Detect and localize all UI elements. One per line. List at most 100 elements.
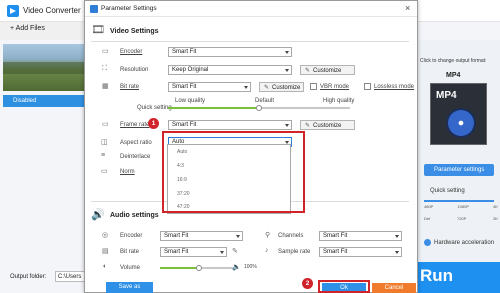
quality-high-label: High quality — [323, 98, 355, 104]
customize-label: Customize — [313, 123, 342, 129]
sample-rate-icon: ♪ — [265, 247, 269, 254]
hardware-acceleration-icon[interactable] — [424, 239, 431, 246]
chevron-down-icon — [220, 251, 224, 254]
chevron-down-icon — [395, 235, 399, 238]
pencil-icon[interactable]: ✎ — [232, 247, 238, 255]
speaker-icon: 🔊 — [91, 209, 105, 221]
frame-rate-select[interactable]: Smart Fit — [168, 120, 292, 130]
video-bitrate-label[interactable]: Bit rate — [120, 84, 139, 90]
sample-rate-select[interactable]: Smart Fit — [319, 247, 402, 257]
aspect-ratio-icon: ◫ — [101, 139, 108, 146]
quick-setting-label: Quick setting — [430, 188, 465, 194]
resolution-customize-button[interactable]: ✎ Customize — [300, 65, 355, 75]
audio-encoder-select[interactable]: Smart Fit — [160, 231, 243, 241]
deinterlace-label: Deinterlace — [120, 154, 151, 160]
hardware-acceleration-label: Hardware acceleration — [434, 240, 495, 246]
audio-encoder-icon: ◎ — [102, 232, 109, 239]
speaker-icon[interactable]: 🔈 — [232, 263, 241, 271]
quality-slider-handle[interactable] — [256, 105, 262, 111]
lossless-mode-checkbox[interactable] — [364, 83, 371, 90]
frame-rate-icon: ▭ — [102, 121, 109, 128]
audio-bitrate-label: Bit rate — [120, 249, 140, 255]
encoder-icon: ▭ — [102, 48, 109, 55]
quick-setting-ticks-top: 480P 1080P 4K — [424, 204, 498, 209]
quality-slider-fill — [168, 107, 259, 109]
tick-label: 4K — [493, 204, 498, 209]
audio-bitrate-value: Smart Fit — [164, 249, 189, 255]
volume-label: Volume — [120, 265, 141, 271]
save-as-button[interactable]: Save as — [106, 282, 153, 293]
video-camera-icon: 🎞 — [91, 24, 105, 36]
chevron-down-icon — [285, 124, 289, 127]
channels-select[interactable]: Smart Fit — [319, 231, 402, 241]
vbr-mode-label[interactable]: VBR mode — [320, 84, 349, 90]
dialog-title: Parameter Settings — [101, 5, 157, 12]
volume-value: 100% — [244, 264, 257, 270]
bitrate-icon: ▦ — [102, 83, 109, 90]
run-button-label: Run — [420, 266, 454, 285]
chevron-down-icon — [244, 86, 248, 89]
pencil-icon: ✎ — [264, 85, 270, 91]
cancel-button[interactable]: Cancel — [372, 283, 416, 293]
sample-rate-value: Smart Fit — [323, 249, 348, 255]
quality-default-label: Default — [255, 98, 275, 104]
video-bitrate-value: Smart Fit — [172, 84, 197, 90]
step-badge-1: 1 — [148, 118, 159, 129]
lossless-mode-label[interactable]: Lossless mode — [374, 84, 414, 90]
tick-label: 720P — [456, 216, 467, 221]
step-badge-2: 2 — [302, 278, 313, 289]
volume-slider-handle[interactable] — [195, 265, 202, 271]
frame-rate-value: Smart Fit — [172, 122, 197, 128]
volume-icon: ◖ — [102, 263, 107, 270]
app-logo-icon — [7, 5, 19, 17]
channels-value: Smart Fit — [323, 233, 348, 239]
norm-icon: ▭ — [101, 168, 108, 175]
audio-encoder-value: Smart Fit — [164, 233, 189, 239]
app-title: Video Converter — [23, 6, 81, 15]
quick-setting-ticks-bottom: Def 720P 2K — [424, 216, 498, 221]
tick-label: 2K — [493, 216, 498, 221]
video-encoder-value: Smart Fit — [172, 49, 197, 55]
highlight-box-ok — [318, 280, 370, 293]
format-disc-icon — [446, 108, 476, 138]
pencil-icon: ✎ — [305, 68, 311, 74]
video-encoder-label[interactable]: Encoder — [120, 49, 142, 55]
parameter-settings-label: Parameter settings — [434, 167, 485, 173]
chevron-down-icon — [285, 69, 289, 72]
audio-settings-title: Audio settings — [110, 212, 159, 219]
sample-rate-label: Sample rate — [278, 249, 311, 255]
audio-encoder-label: Encoder — [120, 233, 143, 239]
video-bitrate-select[interactable]: Smart Fit — [168, 82, 251, 92]
video-settings-title: Video Settings — [110, 28, 159, 35]
aspect-ratio-label: Aspect ratio — [120, 140, 152, 146]
settings-icon — [90, 5, 98, 13]
vbr-mode-checkbox[interactable] — [310, 83, 317, 90]
resolution-select[interactable]: Keep Original — [168, 65, 292, 75]
quick-setting-label: Quick setting — [137, 105, 172, 111]
quick-setting-slider[interactable] — [424, 200, 494, 202]
quality-low-label: Low quality — [175, 98, 206, 104]
resolution-value: Keep Original — [172, 67, 209, 73]
norm-label[interactable]: Norm — [120, 169, 135, 175]
deinterlace-icon: ≡ — [101, 152, 106, 159]
video-thumbnail[interactable] — [3, 44, 85, 91]
close-icon[interactable]: × — [405, 3, 410, 13]
resolution-label: Resolution — [120, 67, 149, 73]
divider — [91, 41, 409, 42]
chevron-down-icon — [395, 251, 399, 254]
video-encoder-select[interactable]: Smart Fit — [168, 47, 292, 57]
add-files-button[interactable]: + Add Files — [10, 25, 45, 32]
output-format-name: MP4 — [446, 72, 461, 79]
output-format-tile-label: MP4 — [436, 90, 457, 101]
frame-rate-customize-button[interactable]: ✎ Customize — [300, 120, 355, 130]
tick-label: Def — [424, 216, 431, 221]
frame-rate-label[interactable]: Frame rate — [120, 122, 149, 128]
tick-label: 1080P — [457, 204, 469, 209]
customize-label: Customize — [272, 85, 301, 91]
resolution-icon: ⛶ — [102, 65, 107, 72]
volume-slider-fill — [160, 267, 199, 269]
audio-bitrate-select[interactable]: Smart Fit — [160, 247, 227, 257]
channels-label: Channels — [278, 233, 304, 239]
bitrate-customize-button[interactable]: ✎ Customize — [259, 82, 304, 92]
highlight-box-aspect — [162, 131, 305, 213]
